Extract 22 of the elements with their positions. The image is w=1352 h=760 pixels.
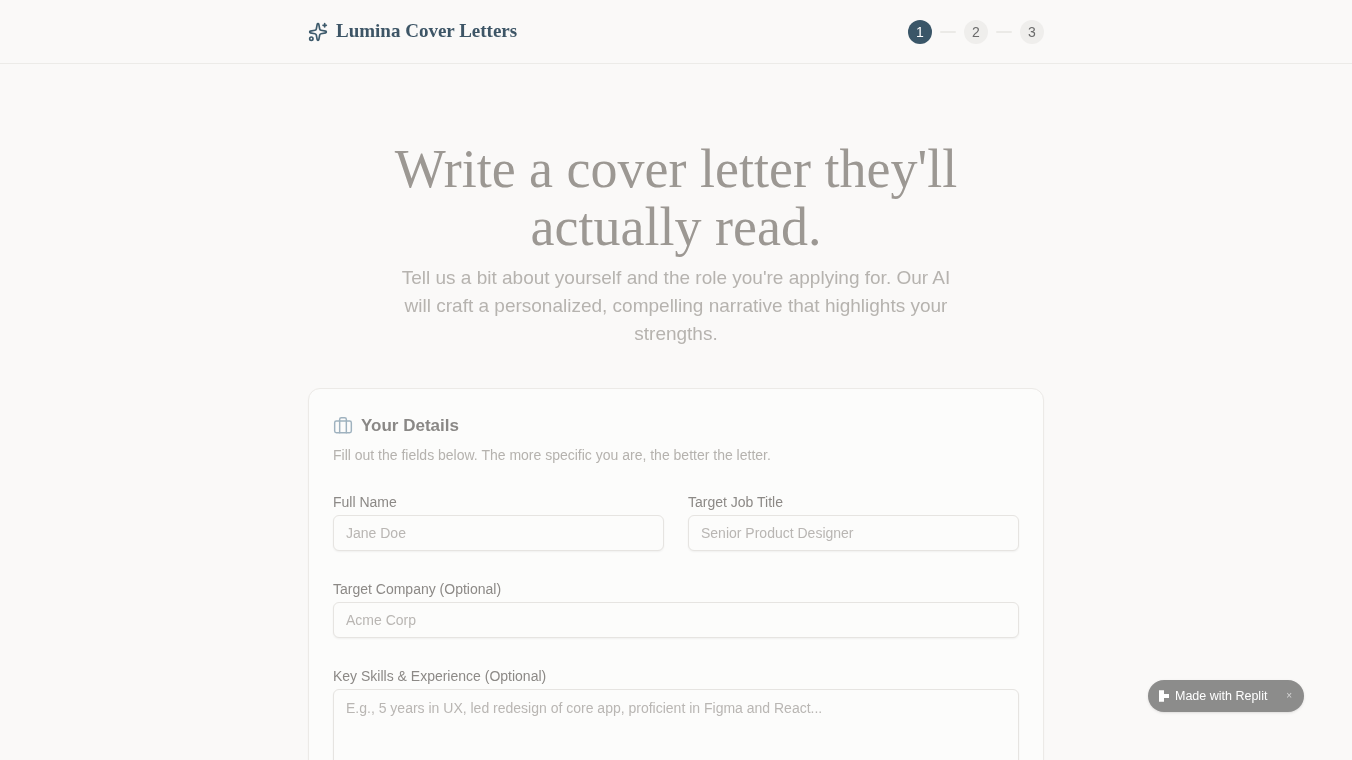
card-title: Your Details: [361, 415, 459, 437]
step-indicator: 3: [1020, 19, 1044, 44]
made-with-badge[interactable]: Made with Replit ×: [1148, 680, 1304, 712]
field-label: Full Name: [333, 492, 398, 512]
field-label: Target Job Title: [688, 492, 784, 512]
input-field[interactable]: Jane Doe: [333, 514, 664, 551]
field-label: Key Skills & Experience (Optional): [333, 666, 548, 686]
hero-subtitle: Tell us a bit about yourself and the role you're applying for. Our AI will craft a personalized, compelling narrative that highlights your strengths.: [400, 266, 952, 346]
brand-name: Lumina Cover Letters: [336, 19, 518, 44]
input-field[interactable]: Acme Corp: [333, 601, 1019, 638]
card-description: Fill out the fields below. The more specific you are, the better the letter.: [333, 445, 772, 465]
input-field[interactable]: Senior Product Designer: [688, 514, 1019, 551]
badge-label: Made with Replit: [1175, 687, 1268, 705]
step-indicator: 2: [964, 19, 988, 44]
sparkles-icon: [308, 21, 328, 42]
logo-icon: [1159, 690, 1169, 702]
close-button[interactable]: ×: [1286, 691, 1292, 701]
step-indicator: 1: [908, 19, 932, 44]
textarea-field[interactable]: E.g., 5 years in UX, led redesign of core app, proficient in Figma and React...: [333, 688, 1019, 760]
briefcase-icon: [333, 415, 353, 436]
field-label: Target Company (Optional): [333, 579, 503, 599]
hero-title: Write a cover letter they'll actually read.: [393, 140, 959, 256]
